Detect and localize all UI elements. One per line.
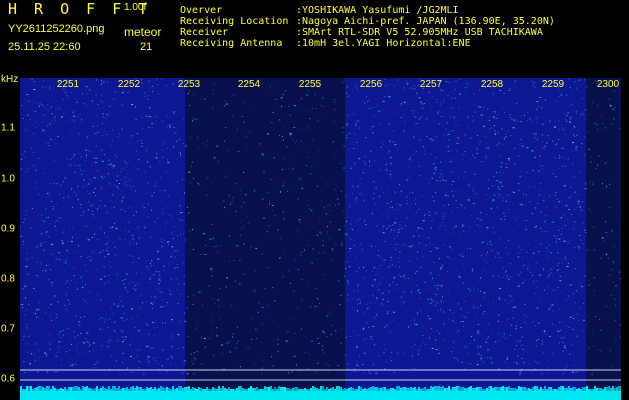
time-label: 2254 bbox=[237, 79, 261, 90]
y-tick-label: 1.1 bbox=[1, 122, 15, 134]
info-key-location: Receiving Location bbox=[180, 16, 289, 27]
time-label: 2300 bbox=[596, 79, 620, 90]
info-key-receiver: Receiver bbox=[180, 27, 229, 38]
spectrogram-plot: 2251 2252 2253 2254 2255 2256 2257 2258 … bbox=[20, 78, 621, 400]
info-key-observer: Overver bbox=[180, 5, 223, 16]
time-label: 2256 bbox=[359, 79, 383, 90]
info-value-antenna: :10mH 3el.YAGI Horizontal:ENE bbox=[296, 38, 471, 49]
file-name: YY2611252260.png bbox=[8, 23, 105, 35]
meteor-label: meteor bbox=[124, 25, 162, 39]
time-label: 2255 bbox=[298, 79, 322, 90]
info-row-observer: Overver :YOSHIKAWA Yasufumi /JG2MLI bbox=[180, 5, 555, 16]
header: H R O F F T 1.00f YY2611252260.png 25.11… bbox=[0, 0, 629, 74]
y-tick-label: 0.9 bbox=[1, 223, 15, 235]
y-tick-label: 0.8 bbox=[1, 273, 15, 285]
baseline-band bbox=[20, 391, 621, 400]
spectrogram-svg bbox=[20, 78, 621, 400]
spectrogram-dark-band bbox=[586, 78, 621, 400]
time-label: 2257 bbox=[419, 79, 443, 90]
info-row-location: Receiving Location :Nagoya Aichi-pref. J… bbox=[180, 16, 555, 27]
info-value-location: :Nagoya Aichi-pref. JAPAN (136.90E, 35.2… bbox=[296, 16, 555, 27]
time-label: 2259 bbox=[541, 79, 565, 90]
time-label: 2258 bbox=[480, 79, 504, 90]
frequency-axis: 1.1 1.0 0.9 0.8 0.7 0.6 bbox=[0, 74, 20, 400]
info-row-receiver: Receiver :SMArt RTL-SDR V5 52.905MHz USB… bbox=[180, 27, 555, 38]
time-label: 2252 bbox=[117, 79, 141, 90]
spectrogram-dark-band bbox=[185, 78, 345, 400]
time-label: 2251 bbox=[56, 79, 80, 90]
y-tick-label: 0.6 bbox=[1, 373, 15, 385]
info-value-observer: :YOSHIKAWA Yasufumi /JG2MLI bbox=[296, 5, 459, 16]
datetime: 25.11.25 22:60 bbox=[8, 41, 81, 53]
meteor-count: 21 bbox=[140, 41, 153, 53]
info-value-receiver: :SMArt RTL-SDR V5 52.905MHz USB TACHIKAW… bbox=[296, 27, 543, 38]
info-row-antenna: Receiving Antenna :10mH 3el.YAGI Horizon… bbox=[180, 38, 555, 49]
y-tick-label: 1.0 bbox=[1, 173, 15, 185]
time-label: 2253 bbox=[177, 79, 201, 90]
y-tick-label: 0.7 bbox=[1, 323, 15, 335]
info-block: Overver :YOSHIKAWA Yasufumi /JG2MLI Rece… bbox=[180, 5, 555, 49]
info-key-antenna: Receiving Antenna bbox=[180, 38, 283, 49]
version-label: 1.00f bbox=[124, 2, 147, 13]
